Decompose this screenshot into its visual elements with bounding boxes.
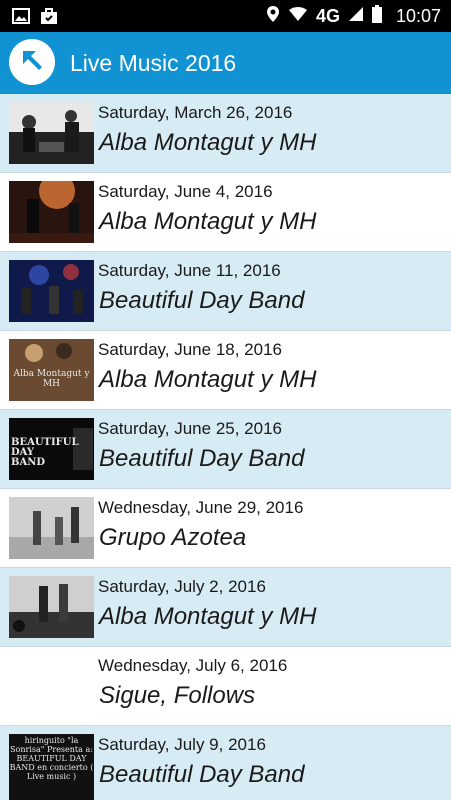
list-item[interactable]: Wednesday, July 6, 2016 Sigue, Follows xyxy=(0,647,451,726)
event-thumbnail xyxy=(9,260,94,322)
event-name: Alba Montagut y MH xyxy=(99,129,317,156)
event-thumbnail xyxy=(9,497,94,559)
event-thumbnail xyxy=(9,102,94,164)
wifi-icon xyxy=(288,6,308,27)
arrow-up-left-icon xyxy=(17,45,47,80)
event-name: Alba Montagut y MH xyxy=(99,208,317,235)
thumbnail-caption: BEAUTIFUL DAY BAND xyxy=(11,437,79,468)
event-date: Saturday, June 11, 2016 xyxy=(98,261,281,280)
event-name: Alba Montagut y MH xyxy=(99,366,317,393)
event-name: Sigue, Follows xyxy=(99,682,256,709)
list-item[interactable]: Saturday, July 2, 2016 Alba Montagut y M… xyxy=(0,568,451,647)
event-thumbnail: BEAUTIFUL DAY BAND xyxy=(9,418,94,480)
event-thumbnail: Alba Montagut y MH xyxy=(9,339,94,401)
event-name: Beautiful Day Band xyxy=(99,445,305,472)
list-item[interactable]: Saturday, June 4, 2016 Alba Montagut y M… xyxy=(0,173,451,252)
event-name: Alba Montagut y MH xyxy=(99,603,317,630)
back-button[interactable] xyxy=(9,39,55,85)
network-type: 4G xyxy=(315,5,340,26)
event-thumbnail: hiringuito "la Sonrisa" Presenta a: BEAU… xyxy=(9,734,94,800)
event-date: Saturday, July 9, 2016 xyxy=(98,735,266,754)
event-name: Beautiful Day Band xyxy=(99,287,305,314)
list-item[interactable]: Saturday, March 26, 2016 Alba Montagut y… xyxy=(0,94,451,173)
event-date: Saturday, July 2, 2016 xyxy=(98,577,266,596)
event-name: Beautiful Day Band xyxy=(99,761,305,788)
event-list[interactable]: Saturday, March 26, 2016 Alba Montagut y… xyxy=(0,94,451,800)
event-date: Saturday, June 25, 2016 xyxy=(98,419,282,438)
event-date: Saturday, March 26, 2016 xyxy=(98,103,293,122)
list-item[interactable]: Saturday, June 11, 2016 Beautiful Day Ba… xyxy=(0,252,451,331)
event-date: Wednesday, June 29, 2016 xyxy=(98,498,304,517)
status-bar: 4G 10:07 xyxy=(0,0,451,32)
list-item[interactable]: Wednesday, June 29, 2016 Grupo Azotea xyxy=(0,489,451,568)
notification-icons xyxy=(12,7,58,30)
clock: 10:07 xyxy=(395,5,441,26)
event-thumbnail xyxy=(9,181,94,243)
system-icons: 4G 10:07 xyxy=(266,0,441,32)
page-title: Live Music 2016 xyxy=(70,50,237,76)
thumbnail-caption: hiringuito "la Sonrisa" Presenta a: BEAU… xyxy=(9,736,94,781)
app-bar: Live Music 2016 xyxy=(0,32,451,94)
briefcase-icon xyxy=(40,7,58,30)
event-date: Wednesday, July 6, 2016 xyxy=(98,656,288,675)
list-item[interactable]: Alba Montagut y MH Saturday, June 18, 20… xyxy=(0,331,451,410)
list-item[interactable]: BEAUTIFUL DAY BAND Saturday, June 25, 20… xyxy=(0,410,451,489)
signal-icon xyxy=(348,6,364,27)
list-item[interactable]: hiringuito "la Sonrisa" Presenta a: BEAU… xyxy=(0,726,451,800)
event-date: Saturday, June 18, 2016 xyxy=(98,340,282,359)
event-date: Saturday, June 4, 2016 xyxy=(98,182,273,201)
thumbnail-caption: Alba Montagut y MH xyxy=(13,369,90,389)
gallery-icon xyxy=(12,7,30,30)
battery-icon xyxy=(371,4,382,28)
location-icon xyxy=(266,5,280,28)
event-name: Grupo Azotea xyxy=(99,524,247,551)
event-thumbnail xyxy=(9,576,94,638)
